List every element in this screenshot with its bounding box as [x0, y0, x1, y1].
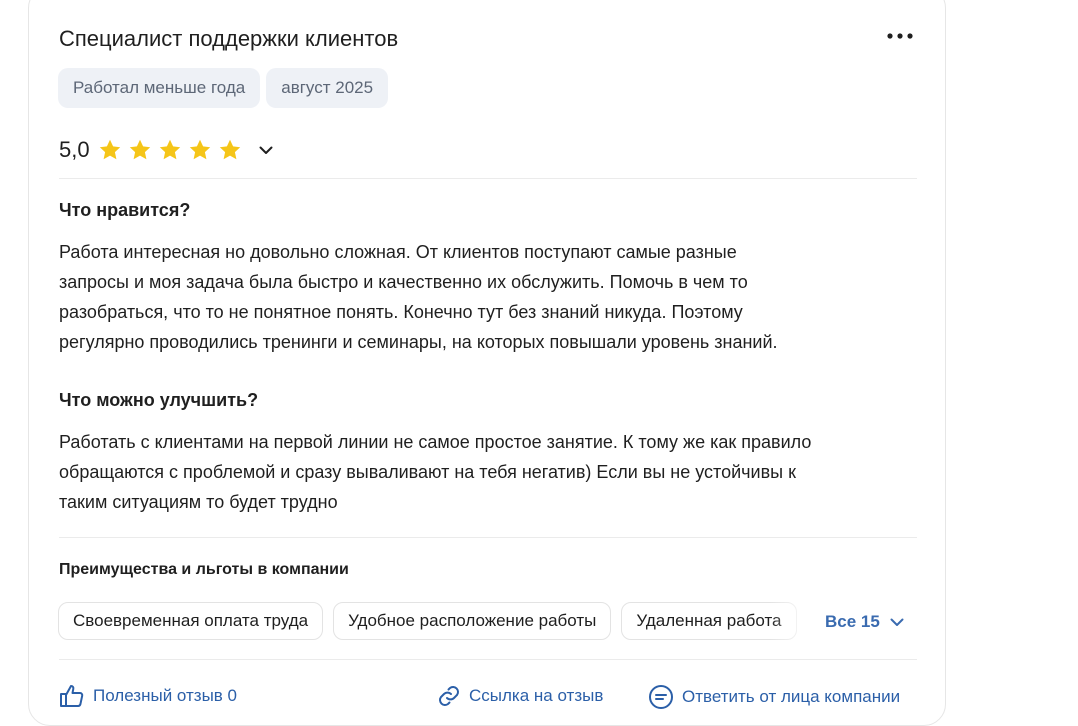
- pros-line: Работа интересная но довольно сложная. О…: [59, 242, 737, 262]
- show-all-benefits-button[interactable]: Все 15: [825, 612, 904, 632]
- pros-line: регулярно проводились тренинги и семинар…: [59, 332, 778, 352]
- star-icon: [189, 139, 210, 160]
- review-actions: Полезный отзыв 0 Ссылка на отзыв Ответит…: [59, 684, 919, 714]
- review-tags: Работал меньше года август 2025: [58, 68, 389, 108]
- review-title: Специалист поддержки клиентов: [59, 26, 399, 51]
- star-icon: [219, 139, 240, 160]
- pros-text: Работа интересная но довольно сложная. О…: [59, 237, 929, 357]
- rating-stars: [98, 138, 242, 162]
- benefit-chip[interactable]: Своевременная оплата труда: [58, 602, 324, 640]
- link-icon: [439, 686, 459, 706]
- rating-value: 5,0: [59, 137, 90, 162]
- chevron-down-icon: [259, 146, 273, 154]
- divider: [59, 178, 917, 179]
- pros-line: запросы и моя задача была быстро и качес…: [59, 272, 748, 292]
- star-icon: [99, 139, 120, 160]
- pros-line: разобраться, что то не понятное понять. …: [59, 302, 743, 322]
- divider: [59, 659, 917, 660]
- show-all-label: Все 15: [825, 612, 880, 631]
- chips-fade: [770, 602, 820, 642]
- benefits-chips: Своевременная оплата труда Удобное распо…: [58, 602, 818, 642]
- rating-row: 5,0: [59, 137, 276, 163]
- comment-icon: [649, 685, 673, 709]
- company-reply-button[interactable]: Ответить от лица компании: [648, 684, 900, 710]
- helpful-button[interactable]: Полезный отзыв 0: [59, 684, 237, 708]
- more-dots-icon: [887, 33, 913, 39]
- pros-heading: Что нравится?: [59, 200, 191, 220]
- cons-heading: Что можно улучшить?: [59, 390, 259, 410]
- tag-date: август 2025: [266, 68, 389, 108]
- more-button[interactable]: [884, 24, 916, 48]
- tag-tenure: Работал меньше года: [58, 68, 261, 108]
- cons-line: обращаются с проблемой и сразу вываливаю…: [59, 462, 796, 482]
- benefits-heading: Преимущества и льготы в компании: [59, 561, 349, 578]
- divider: [59, 537, 917, 538]
- cons-text: Работать с клиентами на первой линии не …: [59, 427, 929, 517]
- chevron-down-icon: [890, 618, 904, 626]
- cons-line: Работать с клиентами на первой линии не …: [59, 432, 812, 452]
- rating-expand-button[interactable]: [256, 140, 276, 160]
- star-icon: [159, 139, 180, 160]
- helpful-label: Полезный отзыв 0: [93, 686, 238, 705]
- star-icon: [129, 139, 150, 160]
- benefit-chip[interactable]: Удобное расположение работы: [333, 602, 612, 640]
- thumbs-up-icon: [60, 685, 84, 707]
- company-reply-label: Ответить от лица компании: [682, 687, 901, 706]
- review-link-button[interactable]: Ссылка на отзыв: [437, 684, 603, 708]
- review-link-label: Ссылка на отзыв: [469, 686, 604, 705]
- cons-line: таким ситуациям то будет трудно: [59, 492, 338, 512]
